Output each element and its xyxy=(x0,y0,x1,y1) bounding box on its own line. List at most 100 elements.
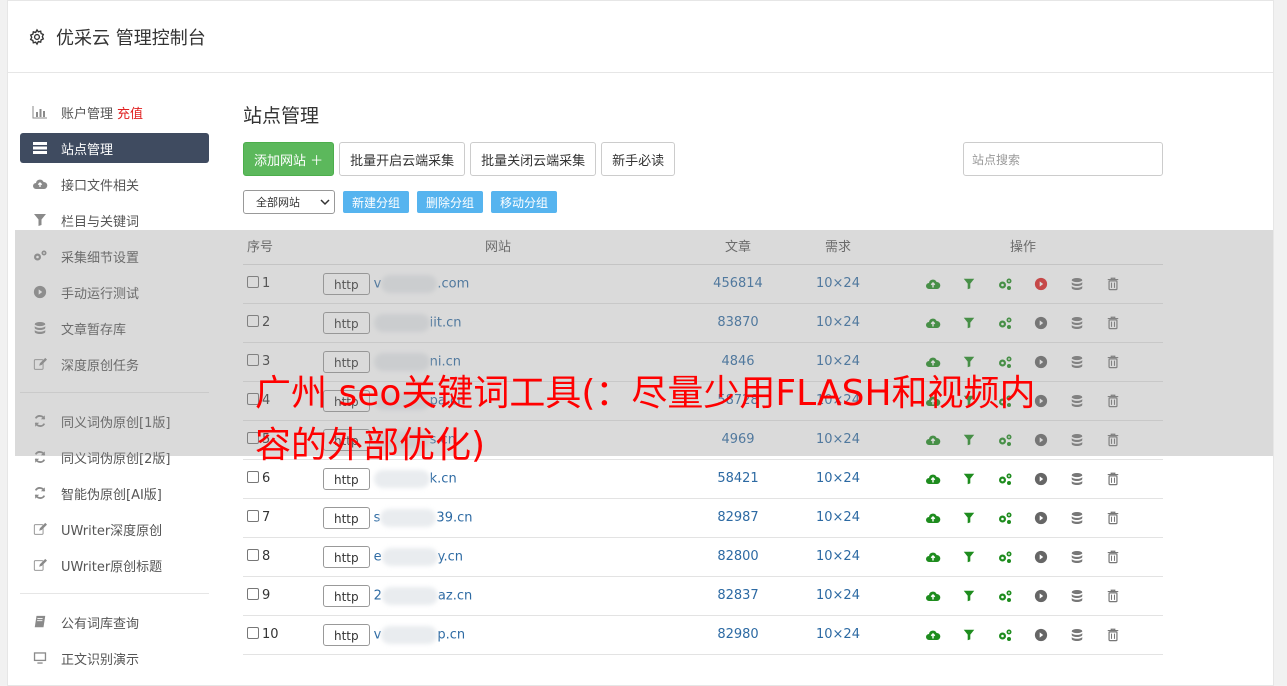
site-suffix[interactable]: k.cn xyxy=(430,471,457,486)
cloud-upload-icon[interactable] xyxy=(924,588,942,604)
site-prefix[interactable]: 2 xyxy=(374,588,382,603)
site-cell: http s 39.cn xyxy=(313,498,683,538)
demand-value[interactable]: 10×24 xyxy=(793,498,883,538)
site-prefix[interactable]: v xyxy=(374,627,382,642)
play-circle-icon[interactable] xyxy=(1032,627,1050,643)
gears-icon[interactable] xyxy=(996,549,1014,565)
database-icon[interactable] xyxy=(1068,588,1086,604)
row-checkbox[interactable] xyxy=(247,510,259,522)
protocol-badge[interactable]: http xyxy=(323,623,370,646)
trash-icon[interactable] xyxy=(1104,549,1122,565)
beginner-guide-button[interactable]: 新手必读 xyxy=(601,142,676,176)
row-number: 7 xyxy=(262,510,271,525)
play-circle-icon[interactable] xyxy=(1032,510,1050,526)
row-checkbox[interactable] xyxy=(247,471,259,483)
filter-icon[interactable] xyxy=(960,510,978,526)
sidebar-item-label: UWriter深度原创 xyxy=(61,523,163,539)
demand-value[interactable]: 10×24 xyxy=(793,576,883,616)
sidebar-item-items2-4[interactable]: UWriter原创标题 xyxy=(20,547,209,583)
add-site-button[interactable]: 添加网站 ＋ xyxy=(243,142,335,176)
sidebar-item-label: 公有词库查询 xyxy=(61,616,140,632)
page-title: 站点管理 xyxy=(243,105,320,127)
sidebar-item-items2-3[interactable]: UWriter深度原创 xyxy=(20,511,209,547)
gears-icon[interactable] xyxy=(996,471,1014,487)
gears-icon[interactable] xyxy=(996,627,1014,643)
overlay-headline: 广州 seo关键词工具(：尽量少用FLASH和视频内容的外部优化) xyxy=(255,373,1036,466)
site-suffix[interactable]: az.cn xyxy=(438,588,472,603)
sidebar-item-label: 账户管理 xyxy=(61,106,114,122)
row-checkbox[interactable] xyxy=(247,549,259,561)
protocol-badge[interactable]: http xyxy=(323,545,370,568)
gear-icon xyxy=(29,28,45,45)
site-suffix[interactable]: 39.cn xyxy=(436,510,472,525)
sidebar-item-label: 站点管理 xyxy=(61,142,114,158)
articles-count[interactable]: 82980 xyxy=(683,615,793,655)
new-group-button[interactable]: 新建分组 xyxy=(343,191,410,213)
row-number: 10 xyxy=(262,627,279,642)
filter-icon[interactable] xyxy=(960,549,978,565)
table-row: 10 http v p.cn 82980 10×24 xyxy=(243,615,1163,655)
articles-count[interactable]: 82837 xyxy=(683,576,793,616)
site-suffix[interactable]: y.cn xyxy=(438,549,463,564)
cloud-upload-icon[interactable] xyxy=(924,549,942,565)
cloud-upload-icon[interactable] xyxy=(924,627,942,643)
articles-count[interactable]: 82800 xyxy=(683,537,793,577)
sidebar-item-items-1[interactable]: 站点管理 xyxy=(20,133,209,163)
trash-icon[interactable] xyxy=(1104,588,1122,604)
ops-cell xyxy=(883,498,1163,538)
ops-cell xyxy=(883,615,1163,655)
site-prefix[interactable]: s xyxy=(374,510,381,525)
database-icon[interactable] xyxy=(1068,627,1086,643)
sidebar-item-items-2[interactable]: 接口文件相关 xyxy=(20,166,209,202)
demand-value[interactable]: 10×24 xyxy=(793,537,883,577)
filter-icon xyxy=(31,212,49,228)
site-cell: http 2 az.cn xyxy=(313,576,683,616)
redacted-blur xyxy=(380,508,437,527)
sidebar-item-items3-1[interactable]: 正文识别演示 xyxy=(20,640,209,676)
filter-icon[interactable] xyxy=(960,471,978,487)
ops-group xyxy=(883,627,1163,643)
protocol-badge[interactable]: http xyxy=(323,506,370,529)
site-prefix[interactable]: e xyxy=(374,549,382,564)
delete-group-button[interactable]: 删除分组 xyxy=(417,191,484,213)
sidebar-item-items-0[interactable]: 账户管理 充值 xyxy=(20,94,209,130)
ops-cell xyxy=(883,576,1163,616)
filter-icon[interactable] xyxy=(960,627,978,643)
top-bar: 优采云 管理控制台 xyxy=(8,1,1273,73)
row-checkbox[interactable] xyxy=(247,627,259,639)
redacted-blur xyxy=(381,547,438,566)
protocol-badge[interactable]: http xyxy=(323,584,370,607)
sidebar-item-items2-2[interactable]: 智能伪原创[AI版] xyxy=(20,475,209,511)
articles-count[interactable]: 82987 xyxy=(683,498,793,538)
row-number-cell: 7 xyxy=(243,498,313,538)
ops-group xyxy=(883,510,1163,526)
database-icon[interactable] xyxy=(1068,471,1086,487)
batch-disable-cloud-button[interactable]: 批量关闭云端采集 xyxy=(470,142,597,176)
play-circle-icon[interactable] xyxy=(1032,471,1050,487)
filter-icon[interactable] xyxy=(960,588,978,604)
trash-icon[interactable] xyxy=(1104,627,1122,643)
site-search-input[interactable]: 站点搜索 xyxy=(963,142,1163,176)
group-bar: 全部网站 新建分组 删除分组 移动分组 xyxy=(243,190,1163,214)
play-circle-icon[interactable] xyxy=(1032,549,1050,565)
recharge-link[interactable]: 充值 xyxy=(117,103,143,122)
batch-enable-cloud-button[interactable]: 批量开启云端采集 xyxy=(339,142,466,176)
sidebar-divider xyxy=(20,593,209,594)
cloud-upload-icon[interactable] xyxy=(924,471,942,487)
group-select[interactable]: 全部网站 xyxy=(243,190,335,214)
cloud-upload-icon[interactable] xyxy=(924,510,942,526)
row-checkbox[interactable] xyxy=(247,588,259,600)
trash-icon[interactable] xyxy=(1104,471,1122,487)
sidebar-item-items3-0[interactable]: 公有词库查询 xyxy=(20,604,209,640)
database-icon[interactable] xyxy=(1068,510,1086,526)
move-group-button[interactable]: 移动分组 xyxy=(491,191,558,213)
play-circle-icon[interactable] xyxy=(1032,588,1050,604)
book-icon xyxy=(31,614,49,630)
gears-icon[interactable] xyxy=(996,510,1014,526)
trash-icon[interactable] xyxy=(1104,510,1122,526)
refresh-icon xyxy=(31,485,49,501)
demand-value[interactable]: 10×24 xyxy=(793,615,883,655)
gears-icon[interactable] xyxy=(996,588,1014,604)
site-suffix[interactable]: p.cn xyxy=(437,627,465,642)
database-icon[interactable] xyxy=(1068,549,1086,565)
